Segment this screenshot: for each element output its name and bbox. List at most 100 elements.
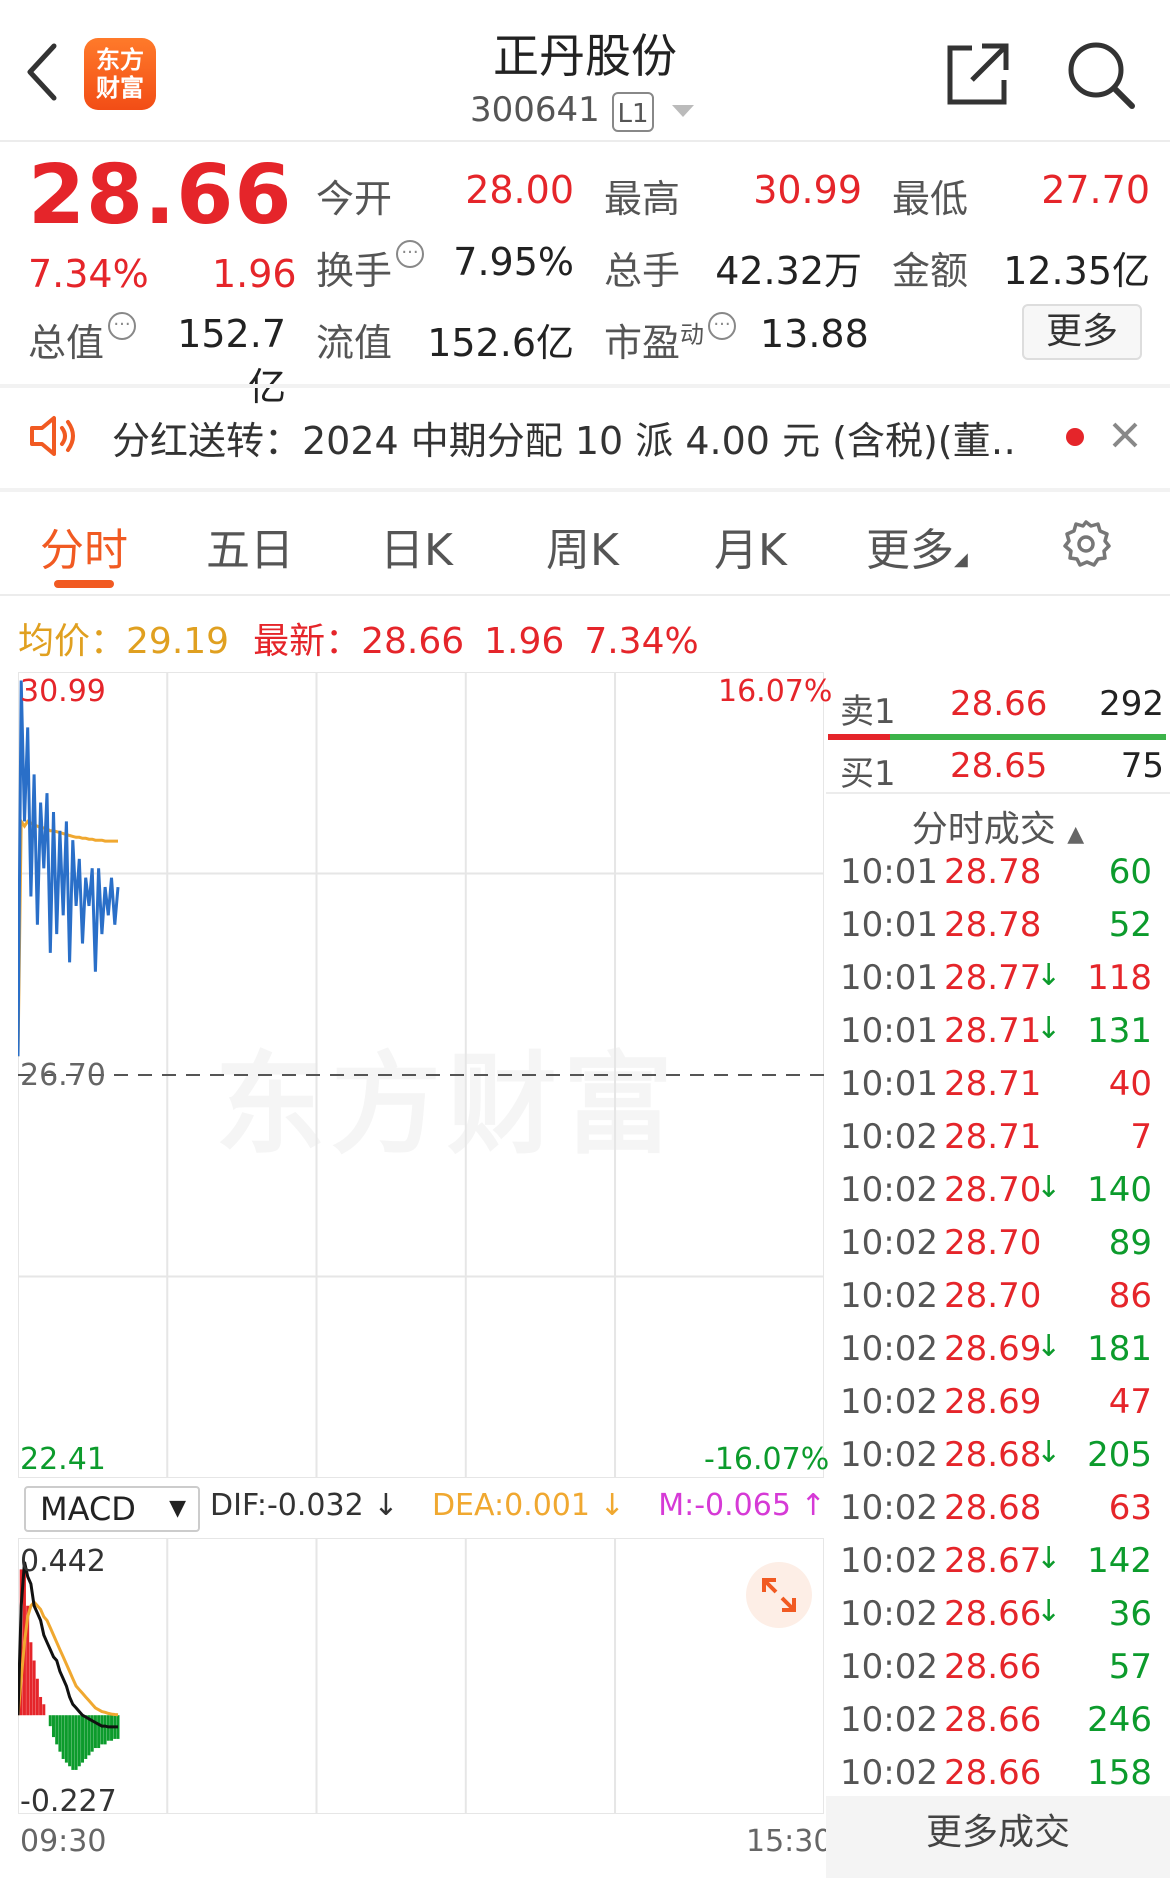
tick-volume: 181 — [1087, 1329, 1152, 1369]
dividend-notice[interactable]: 分红送转：2024 中期分配 10 派 4.00 元 (含税)(董… — [112, 410, 1012, 465]
tick-volume: 158 — [1087, 1753, 1152, 1793]
tick-volume: 205 — [1087, 1435, 1152, 1475]
pct-top-label: 16.07% — [718, 674, 833, 709]
tick-price: 28.66 — [944, 1594, 1042, 1634]
tick-volume: 246 — [1087, 1700, 1152, 1740]
turnover-label-text: 换手 — [316, 249, 393, 293]
tick-time: 10:01 — [840, 958, 938, 998]
tick-time: 10:02 — [840, 1276, 938, 1316]
info-icon[interactable]: ··· — [396, 240, 425, 268]
chevron-down-icon[interactable] — [672, 104, 694, 123]
tick-row: 10:02 28.66 246 — [840, 1700, 1152, 1752]
tick-row: 10:01 28.71 40 — [840, 1064, 1152, 1116]
ask-row[interactable]: 卖1 28.66 292 — [826, 672, 1164, 732]
divider — [0, 384, 1170, 388]
bid-price: 28.65 — [950, 746, 1048, 786]
tick-time: 10:01 — [840, 905, 938, 945]
indicator-select-value: MACD — [40, 1490, 136, 1528]
tick-price: 28.71 — [944, 1011, 1042, 1051]
tick-time: 10:02 — [840, 1753, 938, 1793]
level-badge[interactable]: L1 — [612, 92, 654, 132]
tick-row: 10:01 28.71 ↓ 131 — [840, 1011, 1152, 1063]
market-cap-value: 152.7亿 — [177, 312, 286, 409]
tick-row: 10:02 28.70 89 — [840, 1223, 1152, 1275]
tick-arrow: ↓ — [1036, 1329, 1062, 1364]
high-value: 30.99 — [753, 168, 862, 212]
tick-time: 10:02 — [840, 1541, 938, 1581]
tab-intraday[interactable]: 分时 — [40, 514, 128, 578]
pe-superscript: 动 — [680, 320, 705, 349]
tick-price: 28.70 — [944, 1170, 1042, 1210]
indicator-select[interactable]: MACD ▼ — [24, 1486, 200, 1532]
tick-volume: 7 — [1130, 1117, 1152, 1157]
divider — [0, 594, 1170, 596]
latest-change: 1.96 — [484, 621, 565, 662]
tab-weekly-k[interactable]: 周K — [546, 514, 619, 578]
info-icon[interactable]: ··· — [708, 312, 737, 340]
info-icon[interactable]: ··· — [108, 312, 137, 340]
bid-row[interactable]: 买1 28.65 75 — [826, 734, 1164, 794]
tick-arrow: ↓ — [1036, 1011, 1062, 1046]
tick-price: 28.67 — [944, 1541, 1042, 1581]
tick-arrow: ↓ — [1036, 1594, 1062, 1629]
macd-grid — [18, 1538, 824, 1814]
tab-more-label: 更多 — [866, 525, 954, 576]
tick-time: 10:02 — [840, 1700, 938, 1740]
tick-price: 28.66 — [944, 1753, 1042, 1793]
tick-row: 10:02 28.71 7 — [840, 1117, 1152, 1169]
turnover-label: 换手 ··· — [316, 240, 425, 295]
close-button[interactable] — [1108, 418, 1142, 456]
tab-five-day[interactable]: 五日 — [206, 514, 294, 578]
bid-qty: 75 — [1120, 746, 1164, 786]
tick-volume: 140 — [1087, 1170, 1152, 1210]
avg-price-label: 均价： — [18, 621, 127, 662]
float-cap-value: 152.6亿 — [427, 321, 574, 365]
tick-volume: 63 — [1108, 1488, 1152, 1528]
tick-price: 28.70 — [944, 1276, 1042, 1316]
tick-volume: 47 — [1108, 1382, 1152, 1422]
tick-time: 10:02 — [840, 1435, 938, 1475]
market-cap-label: 总值 ··· — [28, 312, 137, 367]
macd-bottom-label: -0.227 — [20, 1784, 117, 1819]
ticks-title[interactable]: 分时成交 ▲ — [826, 800, 1170, 852]
ask-qty: 292 — [1099, 684, 1164, 724]
expand-chart-button[interactable] — [746, 1562, 812, 1628]
intraday-price-chart[interactable] — [18, 672, 824, 1478]
chart-settings-button[interactable] — [1060, 518, 1112, 574]
divider — [826, 792, 1170, 794]
last-price: 28.66 — [28, 148, 293, 243]
tab-more[interactable]: 更多◢ — [866, 514, 968, 578]
arrow-down-icon: ↓ — [589, 1488, 625, 1523]
more-ticks-button[interactable]: 更多成交 — [826, 1796, 1170, 1878]
tab-monthly-k[interactable]: 月K — [714, 514, 787, 578]
tick-price: 28.70 — [944, 1223, 1042, 1263]
close-icon — [1112, 422, 1138, 448]
divider — [0, 140, 1170, 142]
tick-arrow: ↓ — [1036, 958, 1062, 993]
more-quote-button[interactable]: 更多 — [1022, 304, 1142, 360]
unread-dot — [1066, 428, 1084, 446]
tick-row: 10:02 28.67 ↓ 142 — [840, 1541, 1152, 1593]
ticks-title-text: 分时成交 — [911, 809, 1056, 850]
tick-row: 10:02 28.69 ↓ 181 — [840, 1329, 1152, 1381]
tick-row: 10:01 28.78 60 — [840, 852, 1152, 904]
macd-frame — [18, 1538, 824, 1814]
tick-price: 28.69 — [944, 1329, 1042, 1369]
share-button[interactable] — [942, 38, 1014, 110]
tick-price: 28.66 — [944, 1700, 1042, 1740]
open-value: 28.00 — [465, 168, 574, 212]
tick-row: 10:02 28.70 86 — [840, 1276, 1152, 1328]
tick-time: 10:02 — [840, 1170, 938, 1210]
tab-daily-k[interactable]: 日K — [380, 514, 453, 578]
tick-volume: 131 — [1087, 1011, 1152, 1051]
market-cap-label-text: 总值 — [28, 321, 105, 365]
tick-volume: 36 — [1108, 1594, 1152, 1634]
volume-value: 42.32万 — [715, 249, 862, 293]
search-button[interactable] — [1064, 38, 1136, 110]
speaker-icon — [28, 414, 82, 462]
macd-chart[interactable] — [18, 1538, 824, 1814]
tick-arrow: ↓ — [1036, 1541, 1062, 1576]
tick-time: 10:01 — [840, 852, 938, 892]
macd-stats: DIF:-0.032 ↓ DEA:0.001 ↓ M:-0.065 ↑ — [210, 1488, 826, 1523]
dif-value: DIF:-0.032 — [210, 1488, 364, 1523]
